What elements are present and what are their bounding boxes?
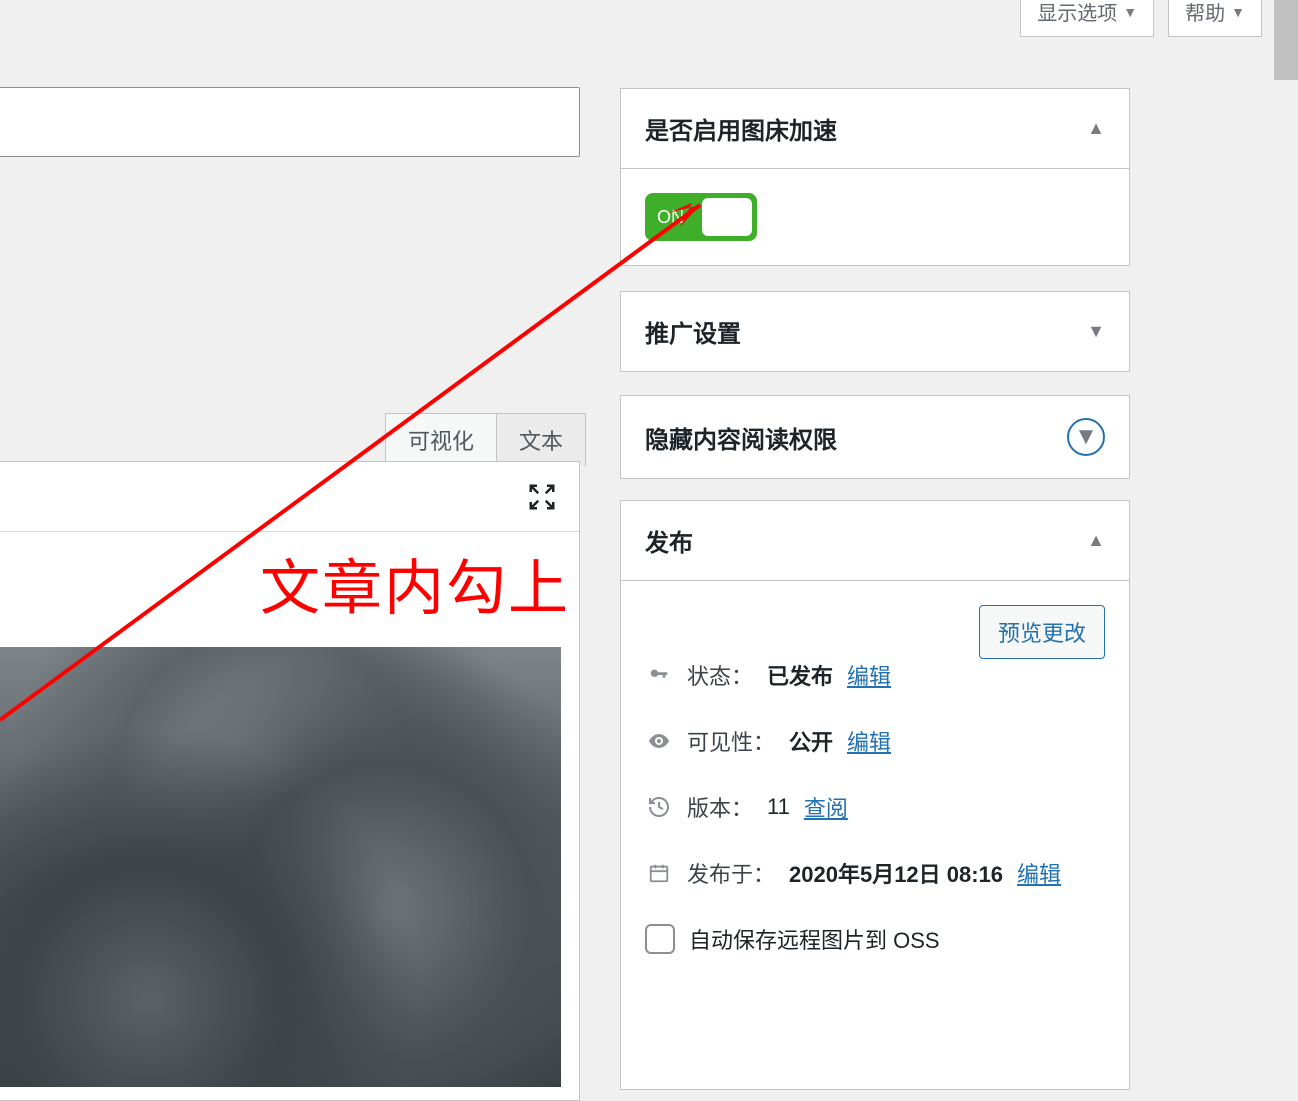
eye-icon (645, 729, 673, 753)
editor-toolbar (0, 462, 579, 532)
editor-tabs: 可视化 文本 (385, 413, 586, 466)
fullscreen-icon[interactable] (527, 482, 557, 512)
published-label: 发布于： (687, 857, 775, 889)
status-edit-link[interactable]: 编辑 (847, 659, 891, 691)
screen-options-label: 显示选项 (1037, 0, 1117, 26)
panel-promo: 推广设置 ▼ (620, 291, 1130, 372)
post-title-input[interactable] (0, 87, 580, 157)
panel-collapse-icon[interactable]: ▲ (1087, 530, 1105, 551)
chevron-down-icon: ▼ (1123, 4, 1137, 20)
panel-expand-icon[interactable]: ▼ (1087, 321, 1105, 342)
revisions-label: 版本： (687, 791, 753, 823)
cdn-toggle[interactable]: ON (645, 193, 757, 241)
panel-hidden-perm: 隐藏内容阅读权限 ▼ (620, 395, 1130, 479)
panel-expand-circle-icon[interactable]: ▼ (1067, 418, 1105, 456)
published-edit-link[interactable]: 编辑 (1017, 857, 1061, 889)
help-button[interactable]: 帮助 ▼ (1168, 0, 1262, 37)
visibility-edit-link[interactable]: 编辑 (847, 725, 891, 757)
screen-options-button[interactable]: 显示选项 ▼ (1020, 0, 1154, 37)
tab-text[interactable]: 文本 (497, 414, 585, 466)
panel-publish: 发布 ▲ 预览更改 状态： 已发布 编辑 可见性： 公开 编辑 版本： 11 (620, 500, 1130, 1090)
scrollbar[interactable] (1274, 0, 1298, 80)
key-icon (645, 664, 673, 686)
preview-changes-button[interactable]: 预览更改 (979, 605, 1105, 659)
toggle-knob (702, 198, 752, 236)
history-icon (645, 795, 673, 819)
panel-cdn-accel: 是否启用图床加速 ▲ ON (620, 88, 1130, 266)
status-label: 状态： (687, 659, 753, 691)
annotation-text: 文章内勾上 (260, 540, 570, 627)
panel-publish-title: 发布 (645, 523, 693, 558)
tab-visual[interactable]: 可视化 (386, 414, 497, 466)
calendar-icon (645, 862, 673, 884)
revisions-browse-link[interactable]: 查阅 (804, 791, 848, 823)
help-label: 帮助 (1185, 0, 1225, 26)
autosave-remote-label: 自动保存远程图片到 OSS (689, 923, 940, 955)
visibility-label: 可见性： (687, 725, 775, 757)
chevron-down-icon: ▼ (1231, 4, 1245, 20)
visibility-value: 公开 (789, 725, 833, 757)
panel-promo-title: 推广设置 (645, 314, 741, 349)
panel-hidden-perm-title: 隐藏内容阅读权限 (645, 420, 837, 455)
autosave-remote-checkbox[interactable] (645, 924, 675, 954)
published-value: 2020年5月12日 08:16 (789, 857, 1003, 889)
panel-cdn-title: 是否启用图床加速 (645, 111, 837, 146)
post-image (0, 647, 561, 1087)
cdn-toggle-state: ON (657, 207, 684, 228)
revisions-value: 11 (767, 794, 790, 820)
status-value: 已发布 (767, 659, 833, 691)
panel-collapse-icon[interactable]: ▲ (1087, 118, 1105, 139)
